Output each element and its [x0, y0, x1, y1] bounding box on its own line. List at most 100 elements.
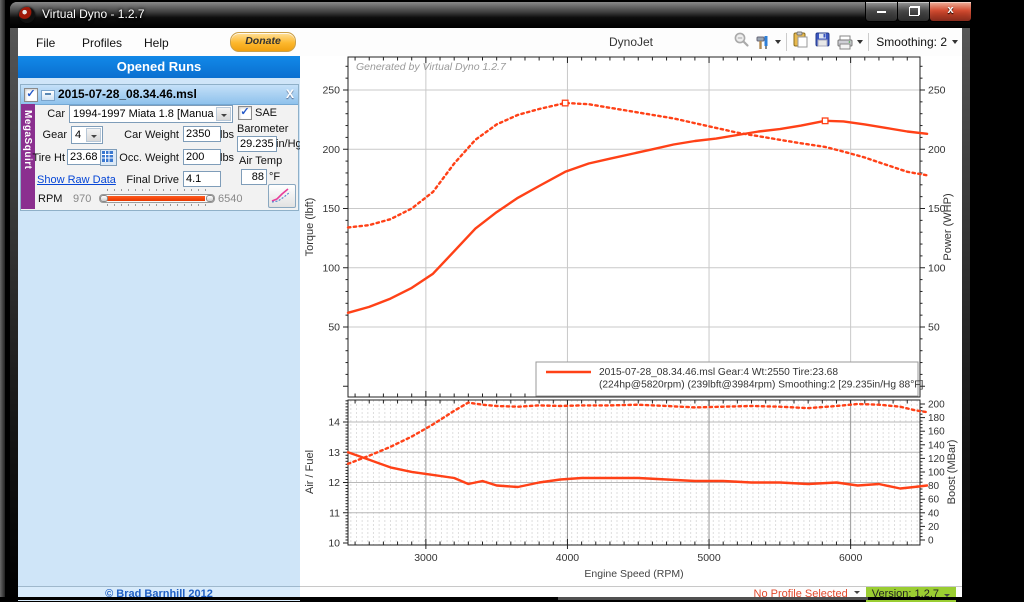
toolbar-separator [868, 33, 869, 51]
menu-bar: File Profiles Help Donate [18, 28, 300, 56]
car-weight-unit: lbs [220, 129, 234, 141]
menu-file[interactable]: File [32, 34, 59, 52]
donate-button[interactable]: Donate [230, 32, 296, 52]
air-temp-input[interactable]: 88 [241, 169, 267, 185]
print-icon[interactable] [836, 34, 863, 51]
barometer-unit: in/Hg [276, 138, 302, 150]
chart-header: DynoJet [300, 28, 962, 56]
svg-text:Air / Fuel: Air / Fuel [304, 450, 316, 494]
svg-text:0: 0 [928, 536, 934, 547]
car-label: Car [39, 108, 65, 120]
save-icon[interactable] [814, 31, 831, 53]
svg-text:100: 100 [928, 262, 946, 274]
slider-fill [107, 196, 205, 201]
chevron-down-icon [854, 591, 860, 594]
run-card: ✓ 2015-07-28_08.34.46.msl X MegaSquirt C… [20, 84, 299, 211]
slider-handle-right[interactable] [206, 195, 214, 202]
svg-text:60: 60 [928, 495, 940, 506]
svg-text:(224hp@5820rpm) (239lbft@3984r: (224hp@5820rpm) (239lbft@3984rpm) Smooth… [599, 380, 924, 391]
barometer-label: Barometer [237, 123, 288, 135]
slider-ticks [107, 189, 207, 191]
car-weight-label: Car Weight [119, 129, 179, 141]
svg-text:12: 12 [328, 477, 340, 489]
gear-select[interactable]: 4 [71, 126, 103, 144]
sidebar: Opened Runs ✓ 2015-07-28_08.34.46.msl X … [18, 56, 301, 600]
svg-text:5000: 5000 [697, 552, 721, 564]
collapse-run-button[interactable] [41, 90, 55, 101]
dyno-style-label: DynoJet [609, 35, 653, 49]
app-window: Virtual Dyno - 1.2.7 x File Profiles Hel… [10, 2, 970, 600]
svg-text:13: 13 [328, 447, 340, 459]
occ-weight-unit: lbs [220, 152, 234, 164]
menu-help[interactable]: Help [140, 34, 173, 52]
run-filename: 2015-07-28_08.34.46.msl [58, 87, 197, 101]
svg-text:140: 140 [928, 440, 945, 451]
rpm-range-slider[interactable] [99, 189, 215, 206]
title-bar[interactable]: Virtual Dyno - 1.2.7 x [10, 2, 970, 28]
slider-track[interactable] [99, 194, 215, 203]
tire-height-label: Tire Ht [31, 152, 65, 164]
minimize-icon [877, 11, 886, 13]
occ-weight-input[interactable]: 200 [183, 149, 221, 165]
final-drive-input[interactable]: 4.1 [183, 171, 221, 187]
minimize-button[interactable] [865, 2, 898, 22]
app-icon [19, 7, 35, 23]
copy-chart-icon[interactable] [792, 31, 809, 53]
svg-text:Power (WHP): Power (WHP) [942, 193, 954, 260]
svg-text:50: 50 [328, 322, 340, 334]
svg-text:20: 20 [928, 522, 940, 533]
mini-chart-button[interactable] [268, 184, 296, 208]
svg-text:50: 50 [928, 322, 940, 334]
svg-text:Boost (MBar): Boost (MBar) [946, 440, 958, 505]
svg-text:4000: 4000 [556, 552, 580, 564]
final-drive-label: Final Drive [119, 174, 179, 186]
barometer-input[interactable]: 29.235 [237, 136, 277, 152]
chart-toolbar: Smoothing: 2 [733, 31, 958, 53]
close-button[interactable]: x [929, 2, 972, 22]
air-temp-label: Air Temp [239, 155, 282, 167]
tire-height-input[interactable]: 23.68 [67, 149, 102, 165]
chevron-down-icon [857, 40, 863, 44]
run-card-header[interactable]: ✓ 2015-07-28_08.34.46.msl X [21, 85, 298, 105]
svg-text:200: 200 [322, 144, 340, 156]
svg-text:10: 10 [328, 538, 340, 550]
slider-ticks [107, 204, 207, 206]
svg-text:6000: 6000 [839, 552, 863, 564]
chart-tools-icon[interactable] [755, 34, 781, 51]
svg-text:200: 200 [928, 400, 945, 411]
car-weight-input[interactable]: 2350 [183, 126, 221, 142]
svg-text:250: 250 [928, 85, 946, 97]
svg-text:100: 100 [928, 468, 945, 479]
chevron-down-icon [775, 40, 781, 44]
window-title: Virtual Dyno - 1.2.7 [42, 7, 145, 21]
run-enabled-checkbox[interactable]: ✓ [24, 88, 38, 102]
slider-handle-left[interactable] [100, 195, 108, 202]
smoothing-dropdown[interactable]: Smoothing: 2 [876, 35, 947, 49]
svg-text:2015-07-28_08.34.46.msl Gear:4: 2015-07-28_08.34.46.msl Gear:4 Wt:2550 T… [599, 367, 838, 378]
opened-runs-header: Opened Runs [18, 56, 300, 78]
car-select[interactable]: 1994-1997 Miata 1.8 [Manua [69, 105, 233, 123]
air-temp-unit: °F [269, 171, 280, 183]
zoom-out-icon[interactable] [733, 31, 750, 53]
svg-text:150: 150 [322, 203, 340, 215]
svg-text:80: 80 [928, 481, 940, 492]
rpm-label: RPM [38, 193, 62, 205]
svg-text:14: 14 [328, 417, 340, 429]
desktop-edge [0, 0, 5, 600]
toolbar-separator [786, 33, 787, 51]
sae-label: SAE [255, 107, 277, 119]
menu-profiles[interactable]: Profiles [78, 34, 126, 52]
maximize-button[interactable] [897, 2, 930, 22]
chevron-down-icon [952, 40, 958, 44]
show-raw-data-link[interactable]: Show Raw Data [37, 174, 116, 186]
occ-weight-label: Occ. Weight [117, 152, 179, 164]
close-run-button[interactable]: X [286, 87, 294, 101]
svg-text:11: 11 [329, 507, 340, 519]
sae-checkbox[interactable]: ✓ [238, 106, 252, 120]
svg-text:180: 180 [928, 413, 945, 424]
svg-text:Generated by Virtual Dyno 1.2.: Generated by Virtual Dyno 1.2.7 [356, 61, 507, 73]
svg-text:40: 40 [928, 508, 940, 519]
tire-calculator-button[interactable] [100, 149, 117, 166]
svg-text:120: 120 [928, 454, 945, 465]
svg-text:100: 100 [322, 262, 340, 274]
